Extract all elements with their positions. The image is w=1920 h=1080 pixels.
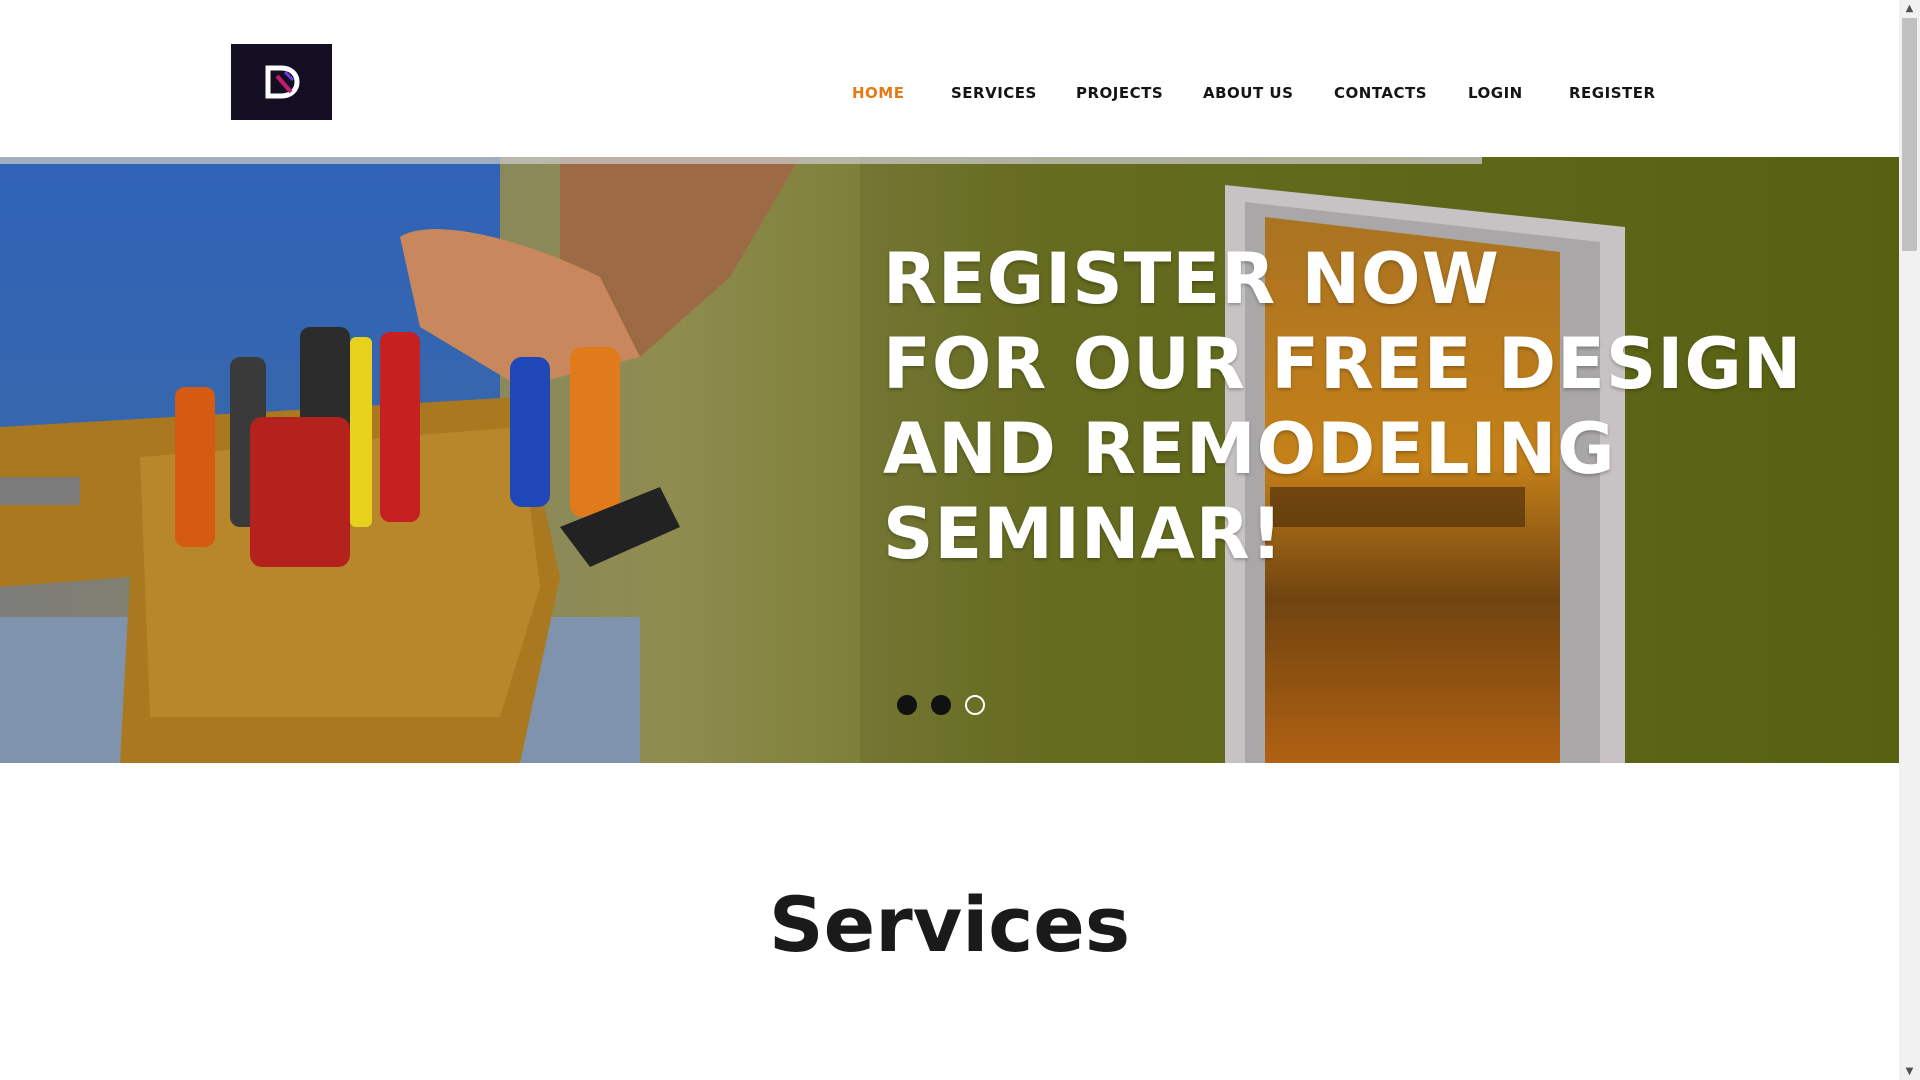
slider-dot-3[interactable]	[965, 695, 985, 715]
scroll-down-arrow-icon[interactable]: ▼	[1899, 1063, 1920, 1080]
slider-progress-bar	[0, 157, 1482, 164]
hero-line-2: FOR OUR FREE DESIGN	[883, 323, 1803, 405]
services-heading: Services	[768, 880, 1131, 969]
slider-dot-1[interactable]	[897, 695, 917, 715]
scroll-thumb[interactable]	[1902, 18, 1917, 251]
nav-projects[interactable]: PROJECTS	[1076, 84, 1163, 102]
nav-services[interactable]: SERVICES	[951, 84, 1037, 102]
site-header: HOME SERVICES PROJECTS ABOUT US CONTACTS…	[0, 0, 1899, 157]
nav-login[interactable]: LOGIN	[1468, 84, 1523, 102]
nav-register[interactable]: REGISTER	[1569, 84, 1656, 102]
hero-line-1: REGISTER NOW	[883, 238, 1500, 320]
hero-slider: REGISTER NOW FOR OUR FREE DESIGN AND REM…	[0, 157, 1899, 763]
hero-line-3: AND REMODELING	[883, 408, 1616, 490]
scroll-up-arrow-icon[interactable]: ▲	[1899, 0, 1920, 17]
page: HOME SERVICES PROJECTS ABOUT US CONTACTS…	[0, 0, 1899, 1080]
slider-dot-2[interactable]	[931, 695, 951, 715]
hero-line-4: SEMINAR!	[883, 493, 1284, 575]
nav-about-us[interactable]: ABOUT US	[1203, 84, 1293, 102]
hero-headline: REGISTER NOW FOR OUR FREE DESIGN AND REM…	[883, 237, 1803, 577]
nav-contacts[interactable]: CONTACTS	[1334, 84, 1427, 102]
site-logo[interactable]	[231, 44, 332, 120]
logo-mark-icon	[265, 65, 300, 99]
nav-home[interactable]: HOME	[852, 84, 904, 102]
vertical-scrollbar[interactable]: ▲ ▼	[1899, 0, 1920, 1080]
